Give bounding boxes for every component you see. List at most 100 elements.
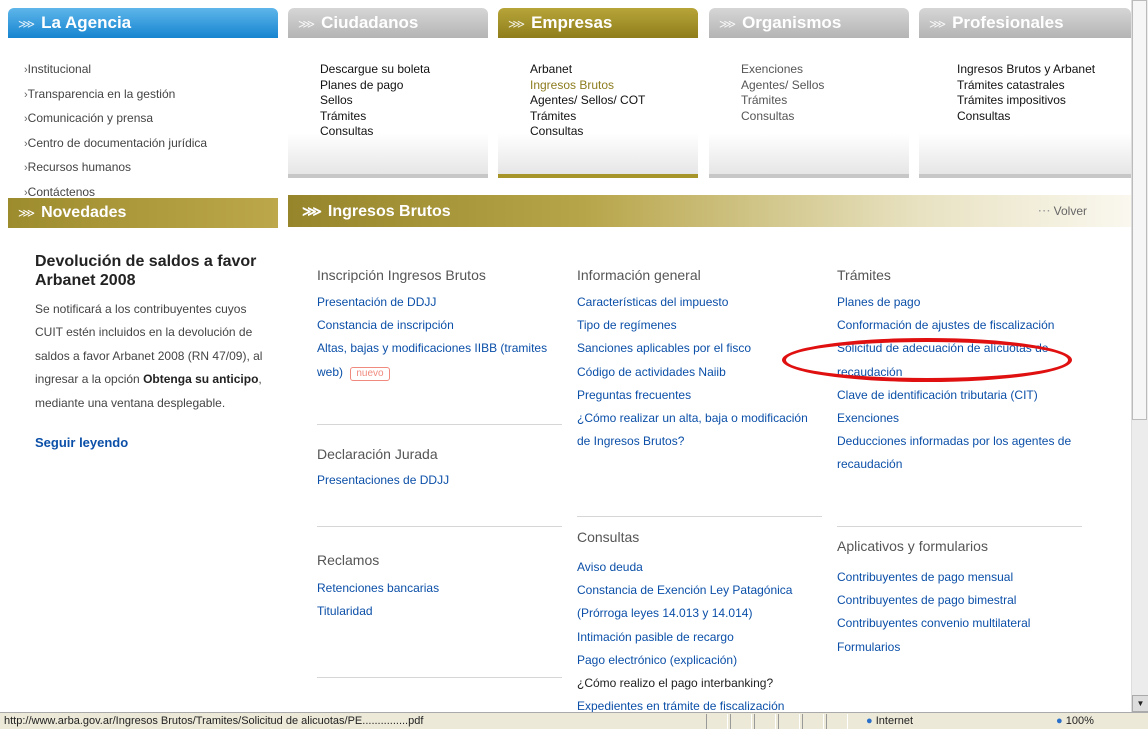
- ib-title: Ingresos Brutos: [327, 203, 451, 220]
- section-title-info: Información general: [577, 267, 701, 283]
- status-zoom[interactable]: ● 100%: [1056, 713, 1094, 729]
- organismos-item[interactable]: Consultas: [741, 109, 909, 125]
- divider: [837, 526, 1082, 527]
- link-sanciones[interactable]: Sanciones aplicables por el fisco: [577, 337, 817, 360]
- link-clave-cit[interactable]: Clave de identificación tributaria (CIT): [837, 384, 1087, 407]
- profesionales-item[interactable]: Trámites impositivos: [957, 93, 1131, 109]
- ingresos-brutos-header: ⋙ Ingresos Brutos ⋯ Volver: [288, 195, 1131, 227]
- section-title-declaracion: Declaración Jurada: [317, 446, 438, 462]
- vertical-scrollbar[interactable]: ▼: [1131, 0, 1148, 712]
- link-presentacion-ddjj[interactable]: Presentación de DDJJ: [317, 291, 557, 314]
- organismos-menu: Exenciones Agentes/ Sellos Trámites Cons…: [709, 38, 909, 178]
- link-como-realizar-alta[interactable]: ¿Cómo realizar un alta, baja o modificac…: [577, 407, 817, 453]
- tab-arrow-icon: ⋙: [18, 206, 36, 220]
- status-cell: [826, 714, 848, 729]
- ciudadanos-item[interactable]: Consultas: [320, 124, 488, 140]
- empresas-item[interactable]: Trámites: [530, 109, 698, 125]
- agencia-item-institucional[interactable]: Institucional: [24, 58, 207, 83]
- link-titularidad[interactable]: Titularidad: [317, 600, 439, 623]
- scroll-down-arrow-icon[interactable]: ▼: [1132, 695, 1148, 712]
- ciudadanos-item[interactable]: Planes de pago: [320, 78, 488, 94]
- status-cell: [802, 714, 824, 729]
- link-altas-bajas[interactable]: Altas, bajas y modificaciones IIBB (tram…: [317, 337, 557, 383]
- ciudadanos-item[interactable]: Descargue su boleta: [320, 62, 488, 78]
- agencia-item-comunicacion[interactable]: Comunicación y prensa: [24, 107, 207, 132]
- link-aviso-deuda[interactable]: Aviso deuda: [577, 556, 817, 579]
- divider: [317, 677, 562, 678]
- ciudadanos-menu: Descargue su boleta Planes de pago Sello…: [288, 38, 488, 178]
- tab-label: La Agencia: [41, 13, 132, 32]
- tab-arrow-icon: ⋙: [18, 16, 36, 31]
- scrollbar-thumb[interactable]: [1132, 0, 1147, 420]
- tab-ciudadanos[interactable]: ⋙ Ciudadanos: [288, 8, 488, 38]
- section-title-inscripcion: Inscripción Ingresos Brutos: [317, 267, 486, 283]
- link-constancia-inscripcion[interactable]: Constancia de inscripción: [317, 314, 557, 337]
- aplicativos-links: Contribuyentes de pago mensual Contribuy…: [837, 566, 1030, 659]
- profesionales-item[interactable]: Trámites catastrales: [957, 78, 1131, 94]
- profesionales-menu: Ingresos Brutos y Arbanet Trámites catas…: [919, 38, 1131, 178]
- link-exenciones[interactable]: Exenciones: [837, 407, 1087, 430]
- empresas-item[interactable]: Consultas: [530, 124, 698, 140]
- link-codigo-actividades[interactable]: Código de actividades Naiib: [577, 361, 817, 384]
- tab-profesionales[interactable]: ⋙ Profesionales: [919, 8, 1131, 38]
- link-presentaciones-ddjj[interactable]: Presentaciones de DDJJ: [317, 469, 449, 492]
- link-deducciones[interactable]: Deducciones informadas por los agentes d…: [837, 430, 1087, 476]
- zone-label: Internet: [875, 715, 914, 727]
- link-conformacion-ajustes[interactable]: Conformación de ajustes de fiscalización: [837, 314, 1087, 337]
- zoom-icon: ●: [1056, 715, 1063, 727]
- back-dots-icon: ⋯: [1037, 203, 1051, 218]
- link-tipo-regimenes[interactable]: Tipo de regímenes: [577, 314, 817, 337]
- seguir-leyendo-link[interactable]: Seguir leyendo: [35, 435, 128, 450]
- ciudadanos-item[interactable]: Sellos: [320, 93, 488, 109]
- tab-empresas[interactable]: ⋙ Empresas: [498, 8, 698, 38]
- status-bar: http://www.arba.gov.ar/Ingresos Brutos/T…: [0, 712, 1148, 729]
- link-retenciones-bancarias[interactable]: Retenciones bancarias: [317, 577, 439, 600]
- consultas-links: Aviso deuda Constancia de Exención Ley P…: [577, 556, 817, 718]
- tab-label: Empresas: [531, 13, 613, 32]
- agencia-item-documentacion[interactable]: Centro de documentación jurídica: [24, 132, 207, 157]
- link-preguntas-frecuentes[interactable]: Preguntas frecuentes: [577, 384, 817, 407]
- link-formularios[interactable]: Formularios: [837, 636, 1030, 659]
- tab-label: Profesionales: [952, 13, 1064, 32]
- link-planes-pago[interactable]: Planes de pago: [837, 291, 1087, 314]
- profesionales-item[interactable]: Consultas: [957, 109, 1131, 125]
- volver-label: Volver: [1053, 204, 1087, 218]
- link-intimacion[interactable]: Intimación pasible de recargo: [577, 626, 817, 649]
- novedades-label: Novedades: [41, 204, 127, 221]
- novedades-text-bold: Obtenga su anticipo: [143, 372, 259, 387]
- tab-organismos[interactable]: ⋙ Organismos: [709, 8, 909, 38]
- link-convenio-multilateral[interactable]: Contribuyentes convenio multilateral: [837, 612, 1030, 635]
- link-pago-electronico[interactable]: Pago electrónico (explicación): [577, 649, 817, 672]
- divider: [317, 526, 562, 527]
- link-pago-interbanking[interactable]: ¿Cómo realizo el pago interbanking?: [577, 672, 817, 695]
- section-title-aplicativos: Aplicativos y formularios: [837, 538, 988, 554]
- status-cell: [730, 714, 752, 729]
- link-caracteristicas[interactable]: Características del impuesto: [577, 291, 817, 314]
- empresas-item[interactable]: Arbanet: [530, 62, 698, 78]
- status-url: http://www.arba.gov.ar/Ingresos Brutos/T…: [4, 715, 424, 727]
- organismos-item[interactable]: Exenciones: [741, 62, 909, 78]
- profesionales-item[interactable]: Ingresos Brutos y Arbanet: [957, 62, 1131, 78]
- tab-arrow-icon: ⋙: [508, 16, 526, 31]
- status-cell: [778, 714, 800, 729]
- tab-la-agencia[interactable]: ⋙ La Agencia: [8, 8, 278, 38]
- empresas-item-selected[interactable]: Ingresos Brutos: [530, 78, 698, 94]
- status-zone: ● Internet: [866, 713, 913, 729]
- empresas-item[interactable]: Agentes/ Sellos/ COT: [530, 93, 698, 109]
- tab-arrow-icon: ⋙: [719, 16, 737, 31]
- agencia-item-transparencia[interactable]: Transparencia en la gestión: [24, 83, 207, 108]
- section-title-consultas: Consultas: [577, 529, 640, 545]
- agencia-item-rrhh[interactable]: Recursos humanos: [24, 156, 207, 181]
- novedades-text: Se notificará a los contribuyentes cuyos…: [35, 298, 275, 415]
- organismos-item[interactable]: Trámites: [741, 93, 909, 109]
- divider: [577, 516, 822, 517]
- agencia-menu: Institucional Transparencia en la gestió…: [24, 58, 207, 205]
- organismos-item[interactable]: Agentes/ Sellos: [741, 78, 909, 94]
- link-pago-bimestral[interactable]: Contribuyentes de pago bimestral: [837, 589, 1030, 612]
- status-cell: [754, 714, 776, 729]
- ciudadanos-item[interactable]: Trámites: [320, 109, 488, 125]
- link-constancia-exencion[interactable]: Constancia de Exención Ley Patagónica (P…: [577, 579, 817, 625]
- tab-label: Organismos: [742, 13, 842, 32]
- link-pago-mensual[interactable]: Contribuyentes de pago mensual: [837, 566, 1030, 589]
- volver-link[interactable]: ⋯ Volver: [1037, 203, 1087, 219]
